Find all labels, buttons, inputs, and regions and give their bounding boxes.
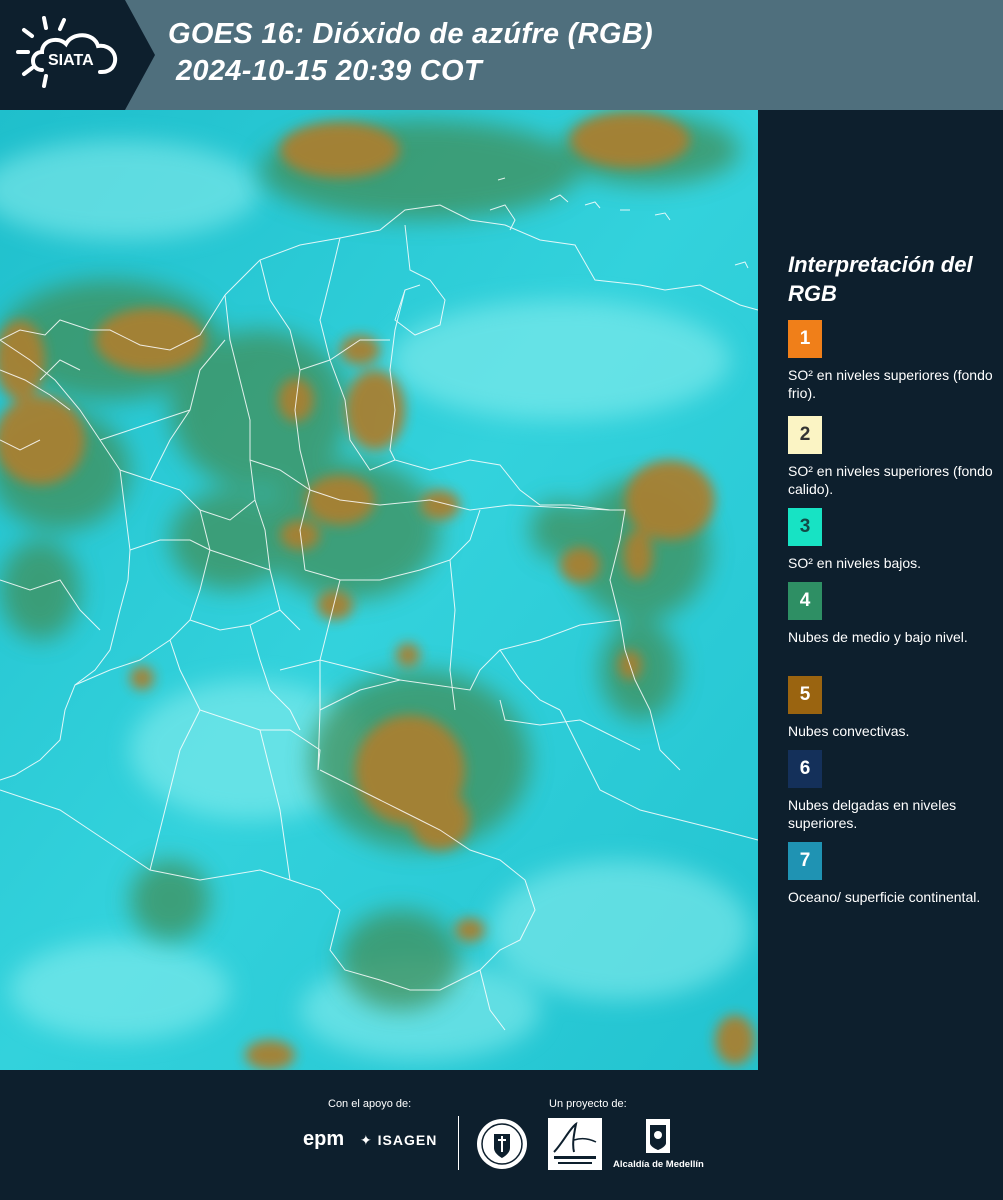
legend-panel: Interpretación del RGB 1 SO² en niveles … bbox=[770, 110, 1003, 1070]
page-title: GOES 16: Dióxido de azúfre (RGB) bbox=[168, 18, 653, 50]
legend-item-1: 1 SO² en niveles superiores (fondo frio)… bbox=[788, 320, 998, 402]
footer-divider bbox=[458, 1116, 459, 1170]
legend-item-2: 2 SO² en niveles superiores (fondo calid… bbox=[788, 416, 998, 498]
satellite-image bbox=[0, 110, 758, 1070]
epm-logo: epm bbox=[303, 1128, 345, 1150]
siata-logo: SIATA bbox=[16, 16, 118, 88]
legend-label-4: Nubes de medio y bajo nivel. bbox=[788, 629, 968, 645]
isagen-icon: ✦ bbox=[360, 1132, 373, 1148]
support-label: Con el apoyo de: bbox=[328, 1098, 412, 1110]
satellite-map bbox=[0, 110, 758, 1070]
legend-swatch-6: 6 bbox=[788, 750, 822, 788]
legend-item-6: 6 Nubes delgadas en niveles superiores. bbox=[788, 750, 998, 832]
area-metropolitana-logo-icon bbox=[548, 1118, 602, 1170]
project-label: Un proyecto de: bbox=[549, 1098, 627, 1110]
legend-item-7: 7 Oceano/ superficie continental. bbox=[788, 842, 998, 906]
legend-item-5: 5 Nubes convectivas. bbox=[788, 676, 998, 740]
legend-swatch-5: 5 bbox=[788, 676, 822, 714]
logo-block: SIATA bbox=[0, 0, 155, 110]
legend-swatch-2: 2 bbox=[788, 416, 822, 454]
legend-label-2: SO² en niveles superiores (fondo calido)… bbox=[788, 463, 993, 497]
legend-label-3: SO² en niveles bajos. bbox=[788, 555, 922, 571]
alcaldia-logo-text: Alcaldía de Medellín bbox=[613, 1159, 704, 1170]
legend-swatch-4: 4 bbox=[788, 582, 822, 620]
legend-label-6: Nubes delgadas en niveles superiores. bbox=[788, 797, 957, 831]
siata-logo-text: SIATA bbox=[48, 52, 94, 69]
alcaldia-logo: Alcaldía de Medellín bbox=[613, 1117, 704, 1173]
isagen-logo: ✦ ISAGEN bbox=[360, 1132, 437, 1149]
legend-label-1: SO² en niveles superiores (fondo frio). bbox=[788, 367, 993, 401]
legend-swatch-7: 7 bbox=[788, 842, 822, 880]
legend-label-5: Nubes convectivas. bbox=[788, 723, 910, 739]
legend-swatch-1: 1 bbox=[788, 320, 822, 358]
header: SIATA GOES 16: Dióxido de azúfre (RGB) 2… bbox=[0, 0, 1003, 110]
alcaldia-shield-icon bbox=[646, 1119, 670, 1153]
legend-item-4: 4 Nubes de medio y bajo nivel. bbox=[788, 582, 998, 646]
page-timestamp: 2024-10-15 20:39 COT bbox=[176, 55, 482, 87]
legend-title: Interpretación del RGB bbox=[788, 252, 973, 306]
legend-label-7: Oceano/ superficie continental. bbox=[788, 889, 981, 905]
isagen-logo-text: ISAGEN bbox=[377, 1132, 438, 1148]
legend-swatch-3: 3 bbox=[788, 508, 822, 546]
medellin-seal-icon bbox=[477, 1119, 527, 1169]
footer: Con el apoyo de: Un proyecto de: epm ✦ I… bbox=[0, 1070, 1003, 1200]
legend-item-3: 3 SO² en niveles bajos. bbox=[788, 508, 998, 572]
